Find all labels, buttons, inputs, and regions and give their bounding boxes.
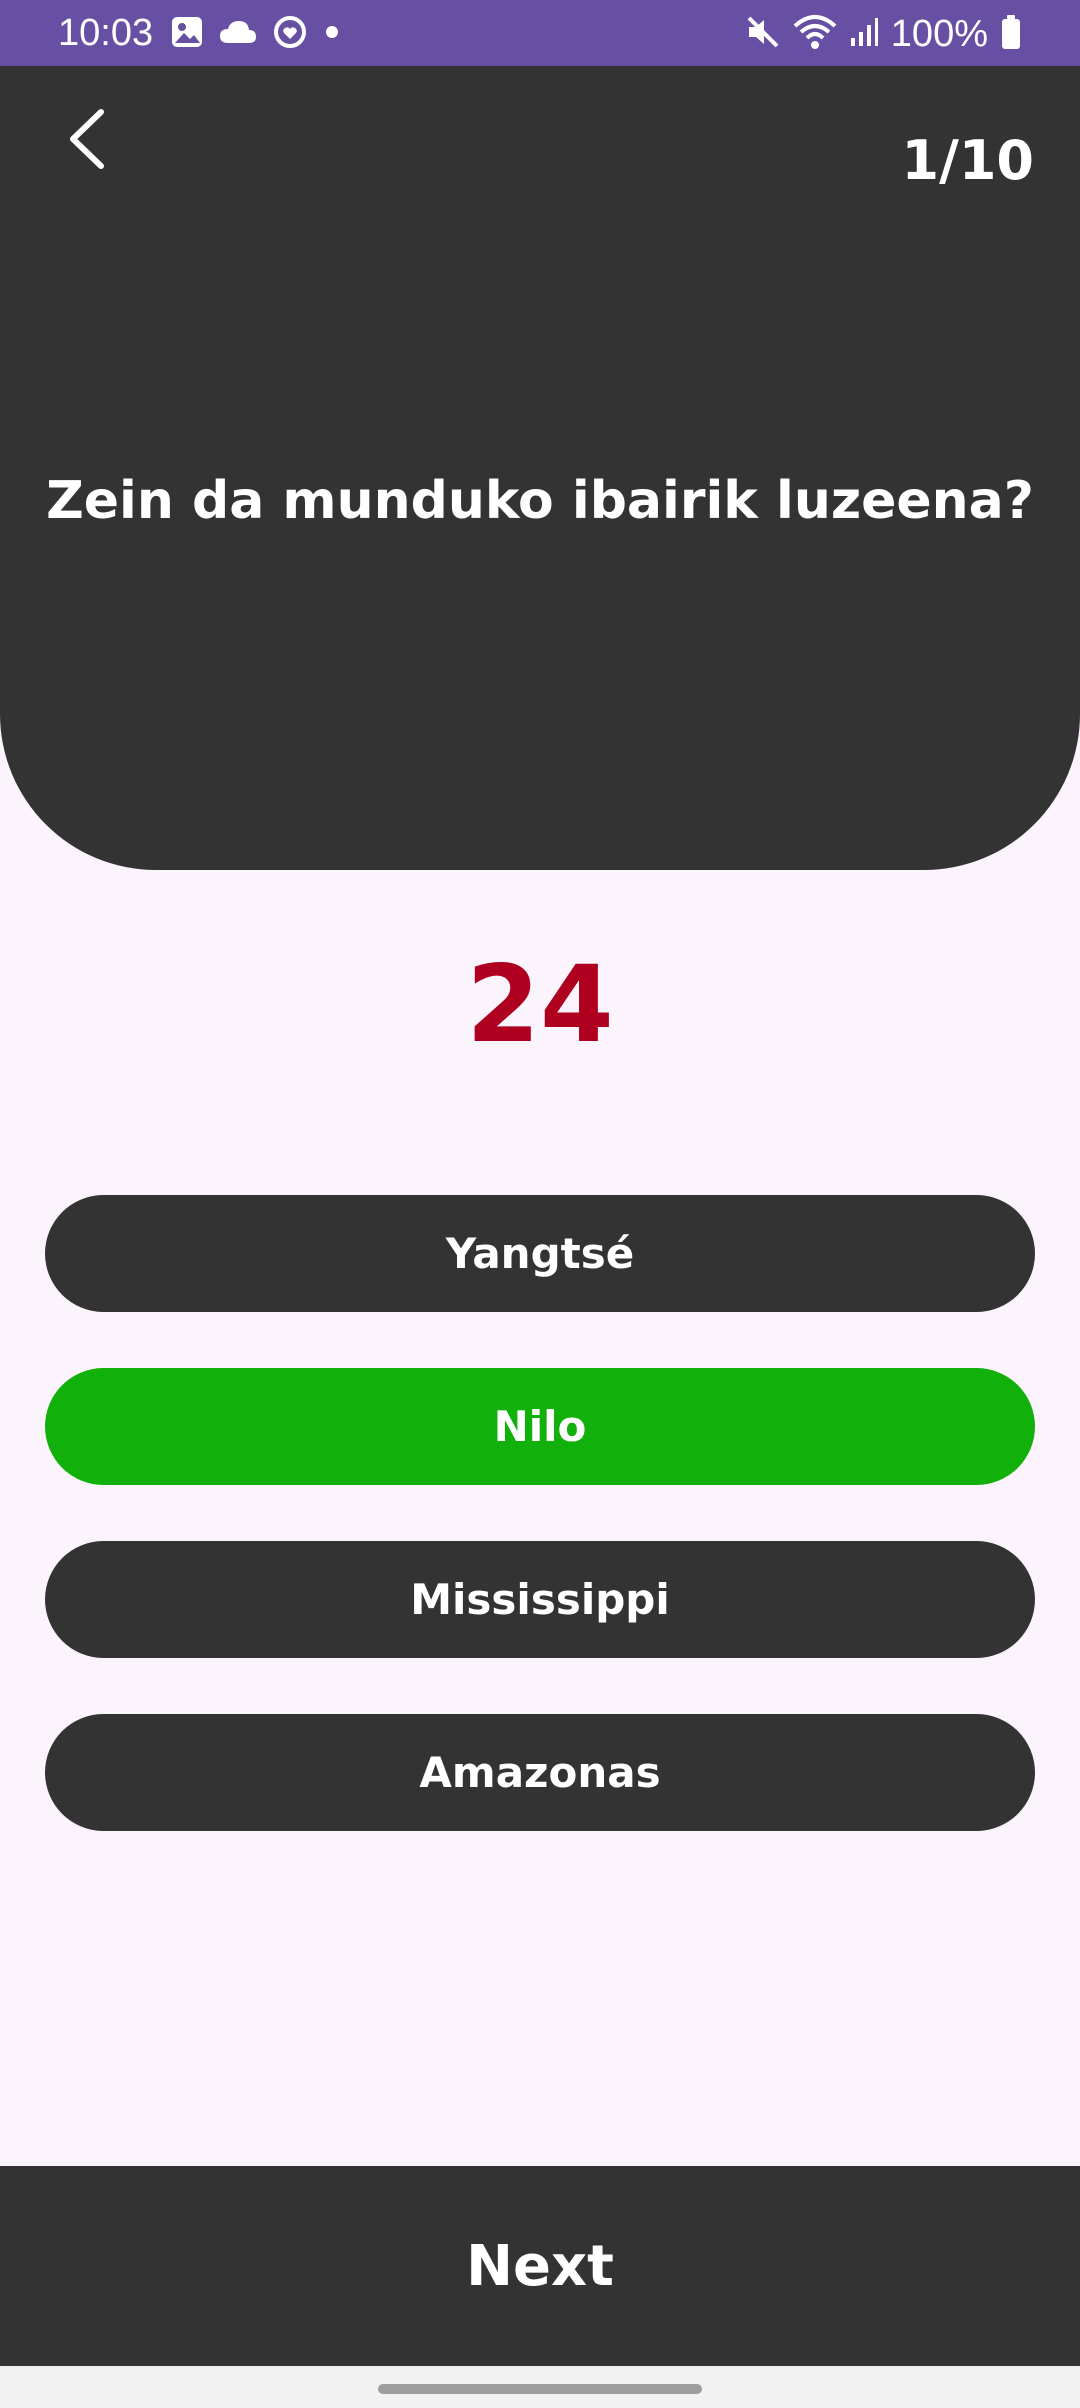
status-bar: 10:03 100% <box>0 0 1080 66</box>
back-button[interactable] <box>52 106 122 176</box>
timer: 24 <box>466 943 614 1066</box>
next-button[interactable]: Next <box>0 2166 1080 2366</box>
heart-sync-icon <box>272 14 308 54</box>
question-text: Zein da munduko ibairik luzeena? <box>46 471 1034 531</box>
navigation-bar <box>0 2366 1080 2408</box>
dot-icon <box>322 22 342 46</box>
answer-button-4[interactable]: Amazonas <box>45 1714 1035 1831</box>
answer-button-1[interactable]: Yangtsé <box>45 1195 1035 1312</box>
signal-icon <box>849 16 879 52</box>
status-icons-right: 100% <box>745 12 1022 56</box>
cloud-icon <box>218 17 258 51</box>
chevron-left-icon <box>65 108 109 174</box>
mute-icon <box>745 14 781 54</box>
gallery-icon <box>170 15 204 53</box>
status-icons-left <box>170 16 342 52</box>
answer-list: Yangtsé Nilo Mississippi Amazonas <box>45 1195 1035 1887</box>
wifi-icon <box>793 14 837 54</box>
status-time: 10:03 <box>58 12 154 54</box>
battery-icon <box>1000 14 1022 54</box>
battery-percent: 100% <box>890 13 988 55</box>
gesture-handle[interactable] <box>378 2384 702 2394</box>
answer-button-3[interactable]: Mississippi <box>45 1541 1035 1658</box>
answer-button-2[interactable]: Nilo <box>45 1368 1035 1485</box>
question-card: 1/10 Zein da munduko ibairik luzeena? <box>0 66 1080 870</box>
question-counter: 1/10 <box>901 129 1034 192</box>
